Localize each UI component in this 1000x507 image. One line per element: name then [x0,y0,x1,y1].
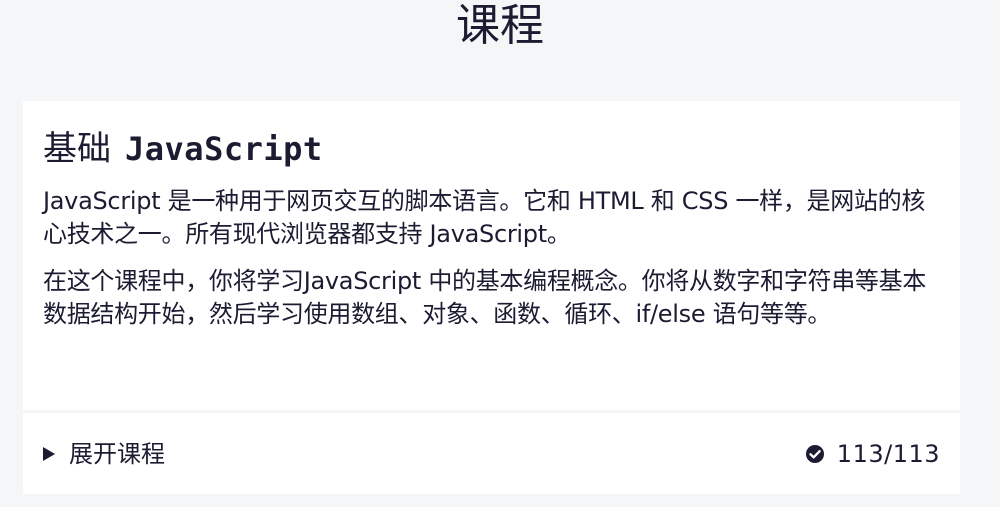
course-card-body: 基础 JavaScript JavaScript 是一种用于网页交互的脚本语言。… [23,101,960,410]
course-description-2: 在这个课程中，你将学习JavaScript 中的基本编程概念。你将从数字和字符串… [43,267,927,328]
course-card: 基础 JavaScript JavaScript 是一种用于网页交互的脚本语言。… [23,101,960,494]
course-card-footer: 展开课程 113/113 [23,413,960,494]
course-title-prefix: 基础 [43,129,111,169]
check-circle-icon [805,444,824,463]
expand-course-button[interactable]: 展开课程 [43,439,165,469]
course-title: 基础 JavaScript [43,127,940,171]
page-title: 课程 [456,0,544,51]
triangle-right-icon [43,446,55,461]
course-progress: 113/113 [805,439,940,469]
page: 课程 基础 JavaScript JavaScript 是一种用于网页交互的脚本… [0,0,1000,507]
expand-course-label: 展开课程 [69,439,165,468]
course-title-code: JavaScript [125,130,323,168]
progress-count: 113/113 [836,439,940,468]
course-description-1: JavaScript 是一种用于网页交互的脚本语言。它和 HTML 和 CSS … [43,187,926,248]
